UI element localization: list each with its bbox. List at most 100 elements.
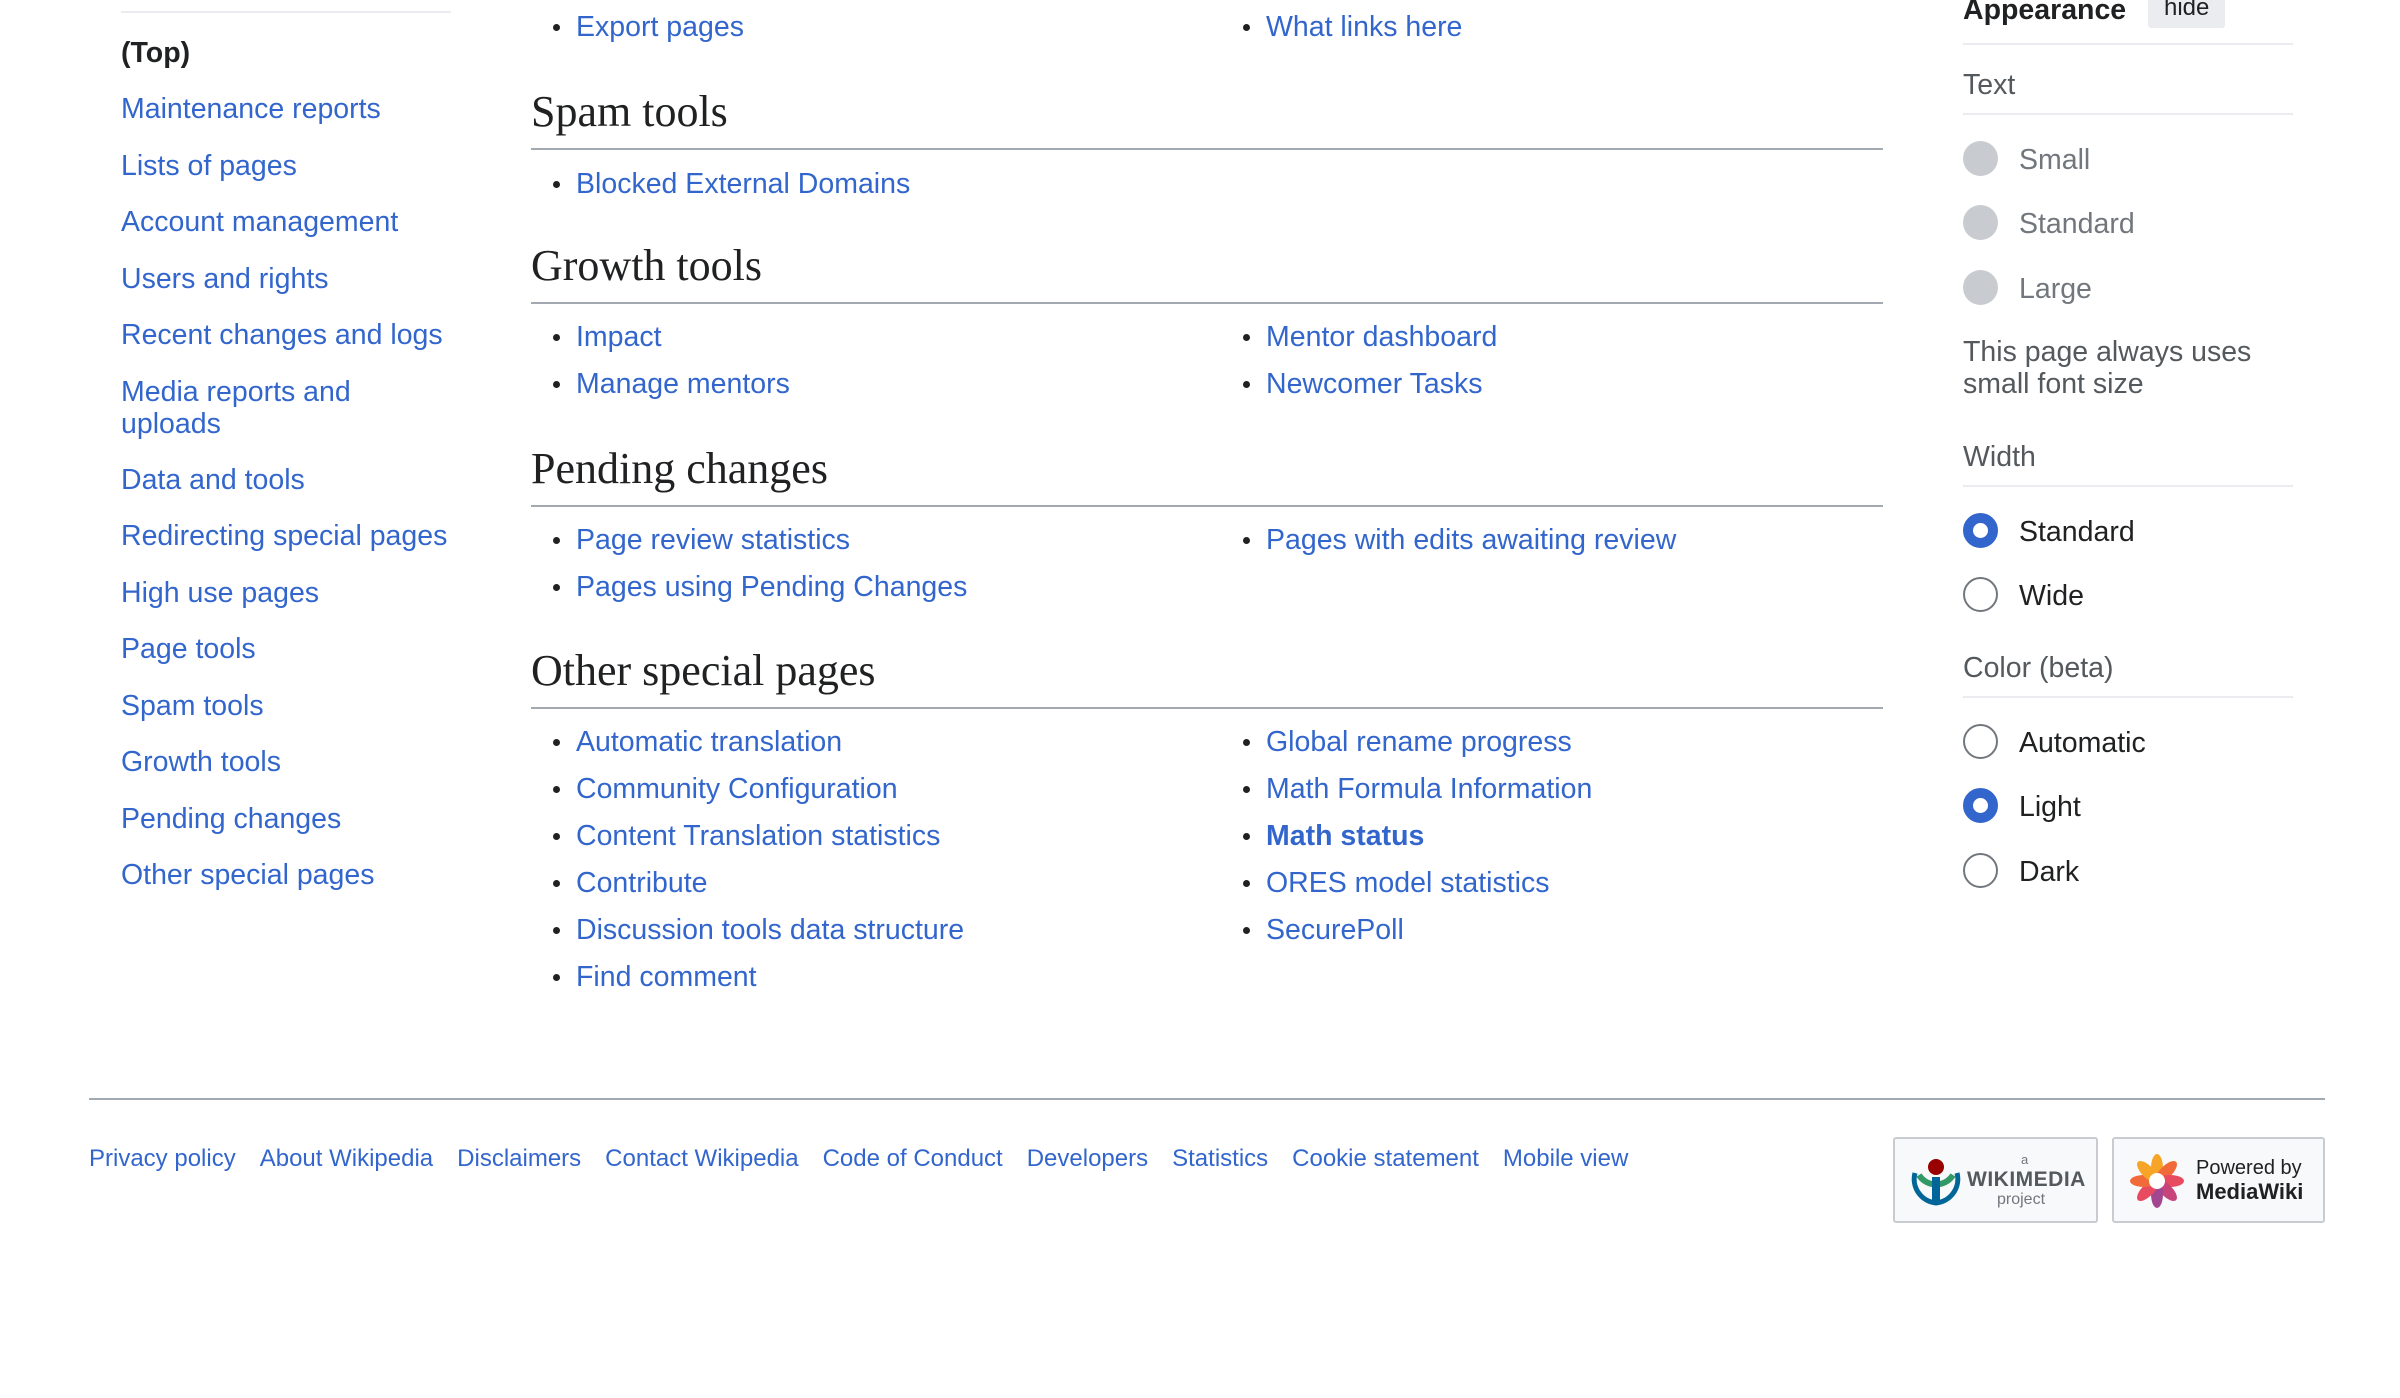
- link-securepoll[interactable]: SecurePoll: [1266, 914, 1404, 946]
- link-math-status[interactable]: Math status: [1266, 820, 1424, 852]
- link-find-comment[interactable]: Find comment: [576, 961, 757, 993]
- radio-button: [1963, 270, 1998, 305]
- list-item[interactable]: SecurePoll: [1243, 913, 1404, 947]
- badge-small-text: a: [2021, 1152, 2029, 1167]
- list-item[interactable]: Find comment: [553, 960, 757, 994]
- toc-item-pending-changes[interactable]: Pending changes: [121, 803, 451, 835]
- section-title-pending-changes: Pending changes: [531, 444, 828, 493]
- link-automatic-translation[interactable]: Automatic translation: [576, 726, 842, 758]
- list-item[interactable]: ORES model statistics: [1243, 866, 1550, 900]
- toc-item-recent-changes[interactable]: Recent changes and logs: [121, 319, 451, 351]
- list-item[interactable]: Pages with edits awaiting review: [1243, 523, 1676, 557]
- toc-item-redirecting-special-pages[interactable]: Redirecting special pages: [121, 520, 451, 552]
- list-item[interactable]: Newcomer Tasks: [1243, 367, 1482, 401]
- footer-link-statistics[interactable]: Statistics: [1172, 1143, 1268, 1175]
- link-newcomer-tasks[interactable]: Newcomer Tasks: [1266, 368, 1482, 400]
- list-item[interactable]: Math Formula Information: [1243, 772, 1592, 806]
- hide-button[interactable]: hide: [2148, 0, 2226, 28]
- footer-links: Privacy policy About Wikipedia Disclaime…: [89, 1143, 1628, 1175]
- list-item[interactable]: Discussion tools data structure: [553, 913, 964, 947]
- badge-mediawiki-text: MediaWiki: [2196, 1179, 2304, 1204]
- radio-button[interactable]: [1963, 513, 1998, 548]
- list-item[interactable]: Mentor dashboard: [1243, 320, 1497, 354]
- toc-item-top[interactable]: (Top): [121, 37, 451, 69]
- toc-item-users-and-rights[interactable]: Users and rights: [121, 263, 451, 295]
- badge-wikimedia-text: WIKIMEDIA: [1967, 1168, 2086, 1191]
- footer-link-disclaimers[interactable]: Disclaimers: [457, 1143, 581, 1175]
- link-mentor-dashboard[interactable]: Mentor dashboard: [1266, 321, 1497, 353]
- section-title-spam-tools: Spam tools: [531, 87, 728, 136]
- link-global-rename-progress[interactable]: Global rename progress: [1266, 726, 1572, 758]
- radio-button[interactable]: [1963, 788, 1998, 823]
- link-discussion-tools-data-structure[interactable]: Discussion tools data structure: [576, 914, 964, 946]
- radio-label: Standard: [2019, 208, 2135, 240]
- radio-button[interactable]: [1963, 577, 1998, 612]
- footer-link-code-of-conduct[interactable]: Code of Conduct: [823, 1143, 1003, 1175]
- list-item[interactable]: Math status: [1243, 819, 1424, 853]
- radio-button[interactable]: [1963, 724, 1998, 759]
- link-ores-model-statistics[interactable]: ORES model statistics: [1266, 867, 1550, 899]
- toc-item-data-and-tools[interactable]: Data and tools: [121, 464, 451, 496]
- toc-item-other-special-pages[interactable]: Other special pages: [121, 859, 451, 891]
- toc-item-lists-of-pages[interactable]: Lists of pages: [121, 150, 451, 182]
- link-export-pages[interactable]: Export pages: [576, 11, 744, 43]
- radio-button[interactable]: [1963, 853, 1998, 888]
- bullet: [553, 24, 560, 31]
- list-item[interactable]: Community Configuration: [553, 772, 898, 806]
- link-content-translation-statistics[interactable]: Content Translation statistics: [576, 820, 940, 852]
- list-item[interactable]: Impact: [553, 320, 662, 354]
- link-page-review-statistics[interactable]: Page review statistics: [576, 524, 850, 556]
- footer-link-privacy-policy[interactable]: Privacy policy: [89, 1143, 236, 1175]
- toc-item-high-use-pages[interactable]: High use pages: [121, 577, 451, 609]
- link-manage-mentors[interactable]: Manage mentors: [576, 368, 790, 400]
- list-item[interactable]: What links here: [1243, 10, 1462, 44]
- link-blocked-external-domains[interactable]: Blocked External Domains: [576, 168, 910, 200]
- bullet: [1243, 786, 1250, 793]
- footer-link-contact-wikipedia[interactable]: Contact Wikipedia: [605, 1143, 798, 1175]
- bullet: [1243, 24, 1250, 31]
- link-math-formula-information[interactable]: Math Formula Information: [1266, 773, 1592, 805]
- radio-label: Dark: [2019, 856, 2080, 888]
- appearance-title: Appearance: [1963, 0, 2127, 26]
- toc-item-media-reports[interactable]: Media reports and uploads: [121, 376, 371, 440]
- footer-link-developers[interactable]: Developers: [1027, 1143, 1148, 1175]
- list-item[interactable]: Contribute: [553, 866, 708, 900]
- link-community-configuration[interactable]: Community Configuration: [576, 773, 898, 805]
- bullet: [553, 833, 560, 840]
- bullet: [1243, 880, 1250, 887]
- bullet: [553, 739, 560, 746]
- badge-project-text: project: [1997, 1191, 2046, 1208]
- list-item[interactable]: Global rename progress: [1243, 725, 1572, 759]
- radio-label: Large: [2019, 273, 2092, 305]
- list-item[interactable]: Content Translation statistics: [553, 819, 940, 853]
- list-item[interactable]: Automatic translation: [553, 725, 842, 759]
- footer-link-cookie-statement[interactable]: Cookie statement: [1292, 1143, 1479, 1175]
- radio-label: Standard: [2019, 516, 2135, 548]
- section-divider: [531, 505, 1883, 507]
- toc-item-maintenance-reports[interactable]: Maintenance reports: [121, 93, 451, 125]
- list-item[interactable]: Export pages: [553, 10, 744, 44]
- panel-divider: [1963, 113, 2293, 115]
- list-item[interactable]: Blocked External Domains: [553, 167, 910, 201]
- list-item[interactable]: Pages using Pending Changes: [553, 570, 967, 604]
- list-item[interactable]: Page review statistics: [553, 523, 850, 557]
- link-impact[interactable]: Impact: [576, 321, 662, 353]
- link-what-links-here[interactable]: What links here: [1266, 11, 1462, 43]
- link-pages-using-pending-changes[interactable]: Pages using Pending Changes: [576, 571, 967, 603]
- bullet: [553, 974, 560, 981]
- footer-link-about-wikipedia[interactable]: About Wikipedia: [260, 1143, 433, 1175]
- bullet: [553, 584, 560, 591]
- toc-item-account-management[interactable]: Account management: [121, 206, 451, 238]
- toc-item-growth-tools[interactable]: Growth tools: [121, 746, 451, 778]
- radio-label: Small: [2019, 144, 2091, 176]
- toc-item-page-tools[interactable]: Page tools: [121, 633, 451, 665]
- toc-item-spam-tools[interactable]: Spam tools: [121, 690, 451, 722]
- radio-label: Light: [2019, 791, 2081, 823]
- link-pages-with-edits-awaiting-review[interactable]: Pages with edits awaiting review: [1266, 524, 1676, 556]
- link-contribute[interactable]: Contribute: [576, 867, 708, 899]
- badge-powered-by-text: Powered by: [2196, 1157, 2302, 1179]
- powered-by-mediawiki-badge[interactable]: Powered by MediaWiki: [2112, 1137, 2325, 1223]
- footer-link-mobile-view[interactable]: Mobile view: [1503, 1143, 1628, 1175]
- list-item[interactable]: Manage mentors: [553, 367, 790, 401]
- wikimedia-project-badge[interactable]: a WIKIMEDIA project: [1893, 1137, 2098, 1223]
